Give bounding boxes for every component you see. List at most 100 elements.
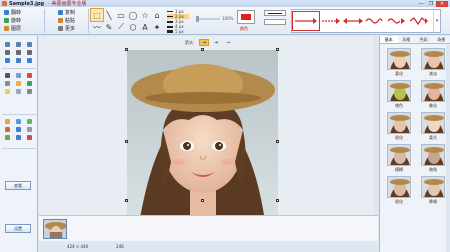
fill-icon[interactable] bbox=[27, 89, 32, 94]
line-style-dropdown[interactable] bbox=[264, 10, 286, 16]
shape-tool-icon[interactable]: ⌂ bbox=[151, 9, 163, 21]
vertical-scrollbar[interactable] bbox=[374, 36, 378, 215]
settings-button[interactable]: 设置 bbox=[5, 224, 31, 233]
resize-handle[interactable] bbox=[276, 199, 279, 202]
eraser-icon[interactable] bbox=[16, 73, 21, 78]
resize-handle[interactable] bbox=[125, 140, 128, 143]
effect-thumbnail bbox=[387, 80, 411, 102]
effect-item[interactable]: 柔光 bbox=[417, 112, 449, 144]
arrow-icon[interactable] bbox=[16, 135, 21, 140]
lasso-icon[interactable] bbox=[5, 42, 10, 47]
arrow-style-dotted[interactable] bbox=[320, 11, 342, 31]
filmstrip-thumbnail[interactable] bbox=[43, 219, 67, 239]
arrow-style-wave-head[interactable] bbox=[386, 11, 408, 31]
pencil-tool-icon[interactable]: ✎ bbox=[103, 21, 115, 33]
effect-item[interactable]: 美化 bbox=[417, 80, 449, 112]
effect-item[interactable]: 降噪 bbox=[417, 176, 449, 208]
opacity-slider[interactable]: 100% bbox=[194, 15, 234, 23]
stamp-icon[interactable] bbox=[5, 73, 10, 78]
status-info: 246 bbox=[116, 244, 124, 249]
layers-button[interactable]: 图层 bbox=[3, 24, 22, 32]
red-eye-icon[interactable] bbox=[27, 73, 32, 78]
resize-handle[interactable] bbox=[276, 48, 279, 51]
tab-scene[interactable]: 场景 bbox=[433, 36, 450, 43]
water-icon[interactable] bbox=[16, 119, 21, 124]
magic-wand-icon[interactable] bbox=[5, 50, 10, 55]
sparkle-tool-icon[interactable]: ✦ bbox=[151, 21, 163, 33]
tree-icon[interactable] bbox=[5, 135, 10, 140]
drop-icon[interactable] bbox=[16, 127, 21, 132]
rotate-button[interactable]: 旋转 bbox=[3, 16, 22, 24]
minimize-button[interactable]: — bbox=[416, 1, 426, 7]
rotate-tool-icon[interactable] bbox=[27, 58, 32, 63]
gear-icon[interactable] bbox=[27, 127, 32, 132]
tab-basic[interactable]: 基本 bbox=[380, 36, 398, 43]
blur-icon[interactable] bbox=[5, 81, 10, 86]
effect-item[interactable]: 模糊 bbox=[383, 144, 415, 176]
tab-color[interactable]: 色彩 bbox=[415, 36, 433, 43]
color-picker-button[interactable] bbox=[237, 10, 255, 24]
ellipse-tool-icon[interactable]: ◯ bbox=[127, 9, 139, 21]
brush-tool-icon[interactable]: ⟋ bbox=[115, 21, 127, 33]
arrow-thin-button[interactable]: ➙ bbox=[223, 39, 233, 46]
flip-button[interactable]: 翻转 bbox=[3, 8, 22, 16]
picker-icon[interactable] bbox=[16, 89, 21, 94]
effect-item[interactable]: 锐化 bbox=[383, 112, 415, 144]
star-tool-icon[interactable]: ☆ bbox=[139, 9, 151, 21]
photo-canvas[interactable] bbox=[127, 50, 278, 236]
resize-handle[interactable] bbox=[276, 140, 279, 143]
girl-portrait-image bbox=[127, 50, 278, 236]
rectangle-tool-icon[interactable]: ▭ bbox=[115, 9, 127, 21]
arrow-style-zigzag[interactable] bbox=[408, 11, 430, 31]
gallery-more-button[interactable]: ▾ bbox=[433, 10, 440, 32]
smudge-icon[interactable] bbox=[27, 81, 32, 86]
select-tool-icon[interactable]: ⬚ bbox=[90, 8, 104, 22]
resize-handle[interactable] bbox=[125, 48, 128, 51]
effect-item[interactable]: 柔化 bbox=[383, 48, 415, 80]
text-tool-icon[interactable]: A bbox=[139, 21, 151, 33]
close-button[interactable]: ✕ bbox=[436, 0, 448, 7]
maximize-button[interactable]: ❐ bbox=[426, 1, 436, 7]
zoom-icon[interactable] bbox=[16, 50, 21, 55]
effects-scrollbar[interactable] bbox=[446, 45, 450, 252]
leaf-icon[interactable] bbox=[27, 119, 32, 124]
arrow-style-wave[interactable] bbox=[364, 11, 386, 31]
resize-handle[interactable] bbox=[201, 199, 204, 202]
arrow-style-gallery: ▾ bbox=[291, 9, 441, 33]
flame-icon[interactable] bbox=[5, 127, 10, 132]
resize-handle[interactable] bbox=[201, 48, 204, 51]
sharpen-icon[interactable] bbox=[16, 81, 21, 86]
effect-item[interactable]: 暗角 bbox=[417, 144, 449, 176]
effect-item[interactable]: 增色 bbox=[383, 80, 415, 112]
canvas-workspace[interactable]: 箭头: ➜ ➔ ➙ bbox=[39, 36, 378, 236]
paste-button[interactable]: 粘贴 bbox=[57, 16, 76, 24]
highlight-icon[interactable] bbox=[5, 89, 10, 94]
line-tool-icon[interactable]: ╲ bbox=[103, 9, 115, 21]
effect-item[interactable]: 锐化 bbox=[383, 176, 415, 208]
copy-button[interactable]: 复制 bbox=[57, 8, 76, 16]
layers-icon bbox=[4, 25, 9, 31]
resize-handle[interactable] bbox=[125, 199, 128, 202]
opacity-thumb[interactable] bbox=[196, 16, 199, 22]
arrow-style-double[interactable] bbox=[342, 11, 364, 31]
tab-style[interactable]: 风格 bbox=[398, 36, 416, 43]
heart-icon[interactable] bbox=[27, 135, 32, 140]
arrow-thick-button[interactable]: ➔ bbox=[211, 39, 221, 46]
curve-tool-icon[interactable]: 〰 bbox=[91, 21, 103, 33]
resize-icon[interactable] bbox=[16, 58, 21, 63]
view-button[interactable]: 查看 bbox=[5, 181, 31, 190]
more-button[interactable]: 更多 bbox=[57, 24, 76, 32]
polygon-tool-icon[interactable]: ⬡ bbox=[127, 21, 139, 33]
pointer-icon[interactable] bbox=[5, 58, 10, 63]
double-arrow-icon bbox=[343, 18, 363, 24]
size-option[interactable]: 5 px bbox=[167, 29, 189, 34]
arrow-head-button[interactable]: ➜ bbox=[199, 39, 210, 46]
effect-thumbnail bbox=[421, 112, 445, 134]
brush-icon[interactable] bbox=[5, 119, 10, 124]
arrow-style-straight[interactable] bbox=[292, 11, 320, 31]
line-end-dropdown[interactable] bbox=[264, 19, 286, 25]
effect-item[interactable]: 减淡 bbox=[417, 48, 449, 80]
hand-icon[interactable] bbox=[27, 50, 32, 55]
move-icon[interactable] bbox=[16, 42, 21, 47]
crop-icon[interactable] bbox=[27, 42, 32, 47]
